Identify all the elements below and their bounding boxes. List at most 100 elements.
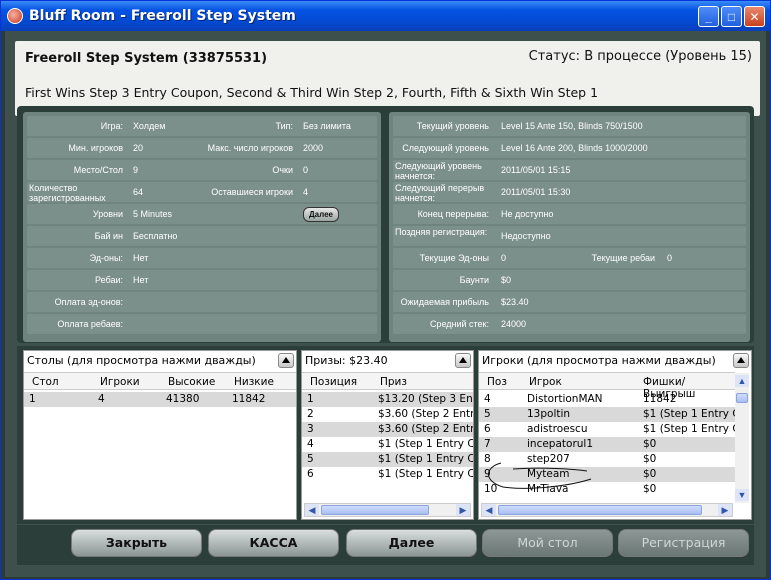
players-header: Поз Игрок Фишки/Выигрыш — [479, 372, 735, 400]
close-window-button[interactable]: ✕ — [744, 6, 765, 27]
info-row: Следующий уровень Level 16 Ante 200, Bli… — [393, 138, 746, 158]
cell: 6 — [307, 468, 314, 480]
players-vscroll[interactable]: ▲ ▼ — [735, 373, 749, 503]
scroll-thumb[interactable] — [736, 393, 748, 403]
rebuys-value: Нет — [133, 275, 149, 285]
list-item[interactable]: 7 incepatorul1 $0 — [479, 437, 735, 452]
info-right-panel: Текущий уровень Level 15 Ante 150, Blind… — [389, 112, 750, 342]
cell: 5 — [307, 453, 314, 465]
col-table[interactable]: Стол — [32, 376, 59, 388]
prizes-hscroll[interactable]: ◀ ▶ — [304, 503, 471, 517]
title-bar[interactable]: Bluff Room - Freeroll Step System _ □ ✕ — [1, 1, 770, 31]
current-rebuys-value: 0 — [667, 253, 673, 263]
col-pos[interactable]: Поз — [487, 376, 507, 388]
list-item[interactable]: 5 13poltin $1 (Step 1 Entry Co — [479, 407, 735, 422]
cell: 1 — [307, 393, 314, 405]
expected-profit-value: $23.40 — [501, 297, 529, 307]
col-prize[interactable]: Приз — [380, 376, 407, 388]
list-item[interactable]: 2 $3.60 (Step 2 Entry — [302, 407, 473, 422]
next-level-value: Level 16 Ante 200, Blinds 1000/2000 — [501, 143, 648, 153]
minimize-button[interactable]: _ — [698, 6, 719, 27]
type-value: Без лимита — [303, 121, 351, 131]
cell: 11842 — [232, 393, 266, 405]
info-row: Место/Стол 9 Очки 0 — [27, 160, 377, 180]
next-button[interactable]: Далее — [346, 529, 477, 557]
players-hscroll[interactable]: ◀ ▶ — [481, 503, 733, 517]
max-players-value: 2000 — [303, 143, 324, 153]
scroll-up-icon[interactable]: ▲ — [735, 375, 749, 387]
cell: $3.60 (Step 2 Entry — [378, 423, 473, 435]
list-item[interactable]: 3 $3.60 (Step 2 Entry — [302, 422, 473, 437]
col-player[interactable]: Игрок — [529, 376, 562, 388]
info-left-panel: Игра: Холдем Тип: Без лимита Мин. игроко… — [23, 112, 381, 342]
cell: $1 (Step 1 Entry Co — [378, 468, 473, 480]
action-bar: Закрыть КАССА Далее Мой стол Регистрация — [17, 525, 754, 565]
prizes-collapse-button[interactable] — [455, 353, 471, 368]
players-collapse-button[interactable] — [733, 353, 749, 368]
list-item[interactable]: 4 DistortionMAN 11842 — [479, 392, 735, 407]
scroll-thumb[interactable] — [498, 505, 702, 515]
levels-value: 5 Minutes — [133, 209, 173, 219]
cell: $1 (Step 1 Entry Co — [378, 438, 473, 450]
col-players[interactable]: Игроки — [100, 376, 140, 388]
info-row: Поздняя регистрация: Недоступно — [393, 226, 746, 246]
points-value: 0 — [303, 165, 309, 175]
col-low[interactable]: Низкие — [234, 376, 274, 388]
info-row: Игра: Холдем Тип: Без лимита — [27, 116, 377, 136]
scroll-left-icon[interactable]: ◀ — [305, 504, 319, 516]
current-level-value: Level 15 Ante 150, Blinds 750/1500 — [501, 121, 643, 131]
rebuy-pay-label: Оплата ребаев: — [57, 319, 123, 329]
next-level-label: Следующий уровень — [402, 143, 489, 153]
levels-next-button[interactable]: Далее — [303, 207, 339, 222]
scroll-right-icon[interactable]: ▶ — [718, 504, 732, 516]
list-item[interactable]: 6 $1 (Step 1 Entry Co — [302, 467, 473, 482]
list-item[interactable]: 6 adistroescu $1 (Step 1 Entry Co — [479, 422, 735, 437]
maximize-button[interactable]: □ — [721, 6, 742, 27]
close-button[interactable]: Закрыть — [71, 529, 202, 557]
players-title: Игроки (для просмотра нажми дважды) — [482, 354, 716, 367]
bounty-value: $0 — [501, 275, 512, 285]
cell: $1 (Step 1 Entry Co — [643, 408, 735, 420]
break-end-value: Не доступно — [501, 209, 554, 219]
cell: 6 — [484, 423, 491, 435]
my-table-button[interactable]: Мой стол — [482, 529, 613, 557]
tables-collapse-button[interactable] — [278, 353, 294, 368]
tournament-title: Freeroll Step System (33875531) — [25, 51, 268, 66]
cell: $3.60 (Step 2 Entry — [378, 408, 473, 420]
col-high[interactable]: Высокие — [168, 376, 215, 388]
info-row: Следующий перерыв начнется: 2011/05/01 1… — [393, 182, 746, 203]
next-break-label: Следующий перерыв начнется: — [395, 183, 485, 203]
prizes-pane: Призы: $23.40 Позиция Приз 1 $13.20 (Step… — [301, 350, 474, 520]
remaining-value: 4 — [303, 187, 309, 197]
info-row: Ожидаемая прибыль $23.40 — [393, 292, 746, 312]
info-row: Текущие Эд-оны 0 Текущие ребаи 0 — [393, 248, 746, 268]
cell: $1 (Step 1 Entry Co — [378, 453, 473, 465]
cell: DistortionMAN — [527, 393, 603, 405]
cell: 7 — [484, 438, 491, 450]
app-icon — [7, 8, 23, 24]
table-row[interactable]: 1 4 41380 11842 — [24, 392, 296, 407]
scroll-left-icon[interactable]: ◀ — [482, 504, 496, 516]
tables-header: Стол Игроки Высокие Низкие — [24, 372, 296, 390]
addons-value: Нет — [133, 253, 149, 263]
cashier-button[interactable]: КАССА — [208, 529, 339, 557]
list-item[interactable]: 5 $1 (Step 1 Entry Co — [302, 452, 473, 467]
registered-label: Количество зарегистрованных — [29, 183, 106, 203]
scroll-right-icon[interactable]: ▶ — [456, 504, 470, 516]
next-break-value: 2011/05/01 15:30 — [501, 187, 571, 197]
current-addons-value: 0 — [501, 253, 507, 263]
cell: adistroescu — [527, 423, 588, 435]
scroll-down-icon[interactable]: ▼ — [735, 489, 749, 501]
lists-section: Столы (для просмотра нажми дважды) Стол … — [17, 346, 754, 524]
place-label: Место/Стол — [73, 165, 123, 175]
break-end-label: Конец перерыва: — [417, 209, 489, 219]
register-button[interactable]: Регистрация — [618, 529, 749, 557]
info-row: Количество зарегистрованных 64 Оставшиес… — [27, 182, 377, 203]
col-position[interactable]: Позиция — [310, 376, 357, 388]
info-row: Ребаи: Нет — [27, 270, 377, 290]
list-item[interactable]: 4 $1 (Step 1 Entry Co — [302, 437, 473, 452]
scroll-thumb[interactable] — [321, 505, 429, 515]
type-label: Тип: — [275, 121, 293, 131]
list-item[interactable]: 1 $13.20 (Step 3 Entry — [302, 392, 473, 407]
current-rebuys-label: Текущие ребаи — [591, 253, 655, 263]
